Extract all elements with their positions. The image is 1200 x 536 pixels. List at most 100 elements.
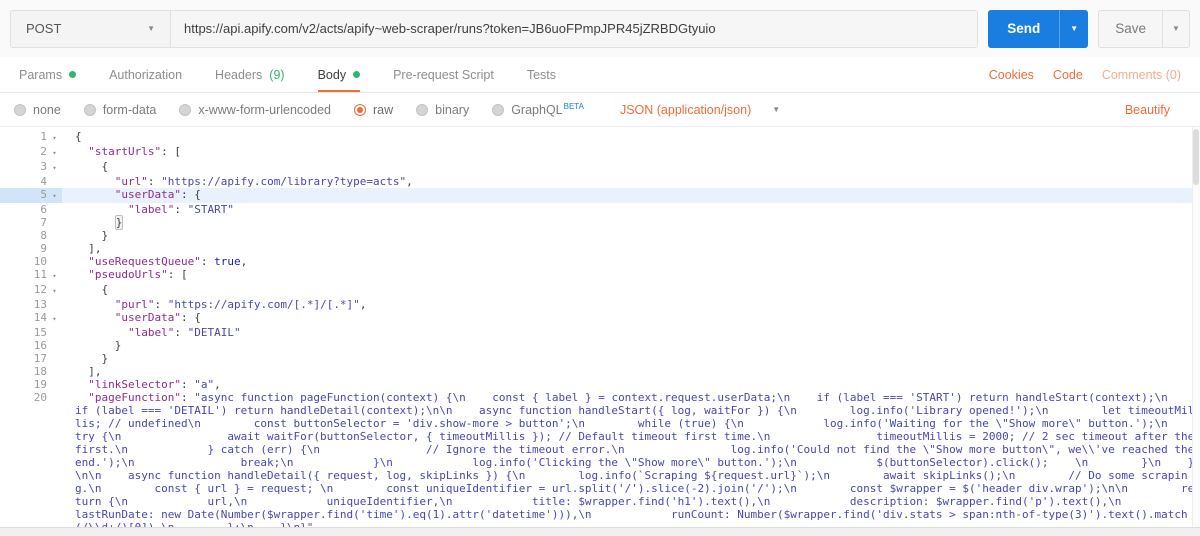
editor-line-17[interactable]: 17 } — [0, 352, 1200, 365]
code-content: } — [75, 339, 122, 352]
editor-line-8[interactable]: 8 } — [0, 229, 1200, 242]
radio-form-data[interactable]: form-data — [83, 102, 157, 117]
radio-none[interactable]: none — [14, 103, 61, 117]
code-content: "pseudoUrls": [ — [88, 268, 188, 281]
scrollbar-thumb[interactable] — [1193, 129, 1199, 185]
radio-graphql[interactable]: GraphQLBETA — [492, 102, 584, 117]
editor-line-16[interactable]: 16 } — [0, 339, 1200, 352]
tabs-right-links: Cookies Code Comments (0) — [989, 57, 1181, 92]
code-content: } — [75, 229, 109, 242]
code-content: "userData": { — [114, 188, 201, 201]
footer-strip — [0, 527, 1200, 536]
radio-binary[interactable]: binary — [416, 103, 469, 117]
fold-caret-icon[interactable]: ▾ — [47, 268, 62, 283]
editor-line-13[interactable]: 13 "purl": "https://apify.com/[.*]/[.*]"… — [0, 298, 1200, 311]
line-number-gutter: 9 — [0, 242, 62, 255]
fold-caret-empty — [47, 391, 62, 527]
fold-caret-icon[interactable]: ▾ — [47, 160, 62, 175]
code-content: "pageFunction": "async function pageFunc… — [75, 391, 1195, 527]
line-number-gutter[interactable]: 11 ▾ — [0, 268, 62, 283]
radio-label: GraphQLBETA — [511, 101, 584, 118]
fold-caret-icon[interactable]: ▾ — [47, 188, 62, 203]
request-tabs: Params Authorization Headers (9) Body Pr… — [0, 57, 1200, 93]
radio-circle-icon — [83, 103, 96, 116]
line-number-gutter[interactable]: 5 ▾ — [0, 188, 62, 203]
editor-line-10[interactable]: 10 "useRequestQueue": true, — [0, 255, 1200, 268]
chevron-down-icon: ▼ — [772, 105, 781, 114]
line-number-gutter: 16 — [0, 339, 62, 352]
editor-line-9[interactable]: 9 ], — [0, 242, 1200, 255]
line-number-gutter: 17 — [0, 352, 62, 365]
save-options-button[interactable]: ▼ — [1162, 10, 1189, 47]
editor-line-19[interactable]: 19 "linkSelector": "a", — [0, 378, 1200, 391]
radio-label: form-data — [102, 102, 157, 117]
tab-authorization[interactable]: Authorization — [109, 57, 182, 92]
editor-line-14[interactable]: 14 ▾ "userData": { — [0, 311, 1200, 326]
code-editor[interactable]: 1 ▾{2 ▾ "startUrls": [3 ▾ {4 "url": "https:… — [0, 127, 1200, 527]
headers-count-badge: (9) — [269, 67, 285, 82]
editor-line-7[interactable]: 7 } — [0, 215, 1200, 230]
tab-label: Params — [19, 67, 63, 82]
editor-line-18[interactable]: 18 ], — [0, 365, 1200, 378]
radio-circle-icon — [492, 103, 505, 116]
editor-line-20[interactable]: 20 "pageFunction": "async function pageF… — [0, 391, 1200, 527]
request-bar: POST ▼ Send ▼ Save ▼ — [0, 0, 1200, 57]
tab-headers[interactable]: Headers (9) — [215, 57, 285, 92]
url-control: POST ▼ — [10, 9, 979, 48]
line-number-gutter[interactable]: 3 ▾ — [0, 160, 62, 175]
save-button[interactable]: Save — [1099, 11, 1162, 47]
fold-caret-empty — [47, 378, 62, 391]
beautify-link[interactable]: Beautify — [1125, 103, 1170, 117]
editor-line-3[interactable]: 3 ▾ { — [0, 160, 1200, 175]
tab-params[interactable]: Params — [19, 57, 77, 92]
code-link[interactable]: Code — [1053, 68, 1083, 82]
beta-badge: BETA — [563, 101, 584, 111]
fold-caret-icon[interactable]: ▾ — [47, 130, 62, 145]
editor-line-12[interactable]: 12 ▾ { — [0, 283, 1200, 298]
line-number-gutter[interactable]: 14 ▾ — [0, 311, 62, 326]
tab-label: Headers — [215, 67, 263, 82]
editor-line-1[interactable]: 1 ▾ { — [0, 130, 1200, 145]
fold-caret-empty — [47, 229, 62, 242]
cookies-link[interactable]: Cookies — [989, 68, 1034, 82]
code-content: "userData": { — [114, 311, 201, 324]
editor-line-11[interactable]: 11 ▾ "pseudoUrls": [ — [0, 268, 1200, 283]
line-number-gutter[interactable]: 1 ▾ — [0, 130, 62, 145]
send-button[interactable]: Send — [988, 10, 1059, 48]
code-content: { — [75, 283, 109, 296]
fold-caret-icon[interactable]: ▾ — [47, 145, 62, 160]
editor-line-15[interactable]: 15 "label": "DETAIL" — [0, 326, 1200, 339]
editor-line-5[interactable]: 5 ▾ "userData": { — [0, 188, 1200, 203]
tab-tests[interactable]: Tests — [527, 57, 556, 92]
radio-label: binary — [435, 102, 470, 117]
code-content: ], — [75, 365, 102, 378]
tab-label: Tests — [526, 67, 556, 82]
send-options-button[interactable]: ▼ — [1059, 9, 1088, 48]
method-select[interactable]: POST ▼ — [11, 10, 171, 47]
tab-body[interactable]: Body — [317, 57, 361, 92]
tab-pre-request-script[interactable]: Pre-request Script — [393, 57, 494, 92]
line-number-gutter[interactable]: 2 ▾ — [0, 145, 62, 160]
fold-caret-icon[interactable]: ▾ — [47, 311, 62, 326]
fold-caret-icon[interactable]: ▾ — [47, 283, 62, 298]
line-number-gutter: 13 — [0, 298, 62, 311]
editor-line-4[interactable]: 4 "url": "https://apify.com/library?type… — [0, 175, 1200, 188]
url-input[interactable] — [171, 10, 978, 47]
line-number-gutter[interactable]: 12 ▾ — [0, 283, 62, 298]
fold-caret-empty — [47, 365, 62, 378]
send-button-group: Send ▼ — [988, 9, 1089, 48]
radio-x-www-form-urlencoded[interactable]: x-www-form-urlencoded — [179, 103, 331, 117]
editor-line-2[interactable]: 2 ▾ "startUrls": [ — [0, 145, 1200, 160]
content-type-select[interactable]: JSON (application/json) ▼ — [620, 103, 780, 117]
radio-raw[interactable]: raw — [354, 103, 393, 117]
code-content: { — [75, 160, 109, 173]
fold-caret-empty — [47, 326, 62, 339]
editor-scrollbar[interactable] — [1192, 127, 1200, 527]
editor-line-6[interactable]: 6 "label": "START" — [0, 203, 1200, 216]
line-number-gutter: 20 — [0, 391, 62, 527]
comments-link[interactable]: Comments (0) — [1102, 68, 1181, 82]
line-number-gutter: 19 — [0, 378, 62, 391]
chevron-down-icon: ▼ — [1070, 24, 1079, 33]
save-button-group: Save ▼ — [1098, 9, 1190, 48]
code-content: "label": "DETAIL" — [127, 326, 241, 339]
